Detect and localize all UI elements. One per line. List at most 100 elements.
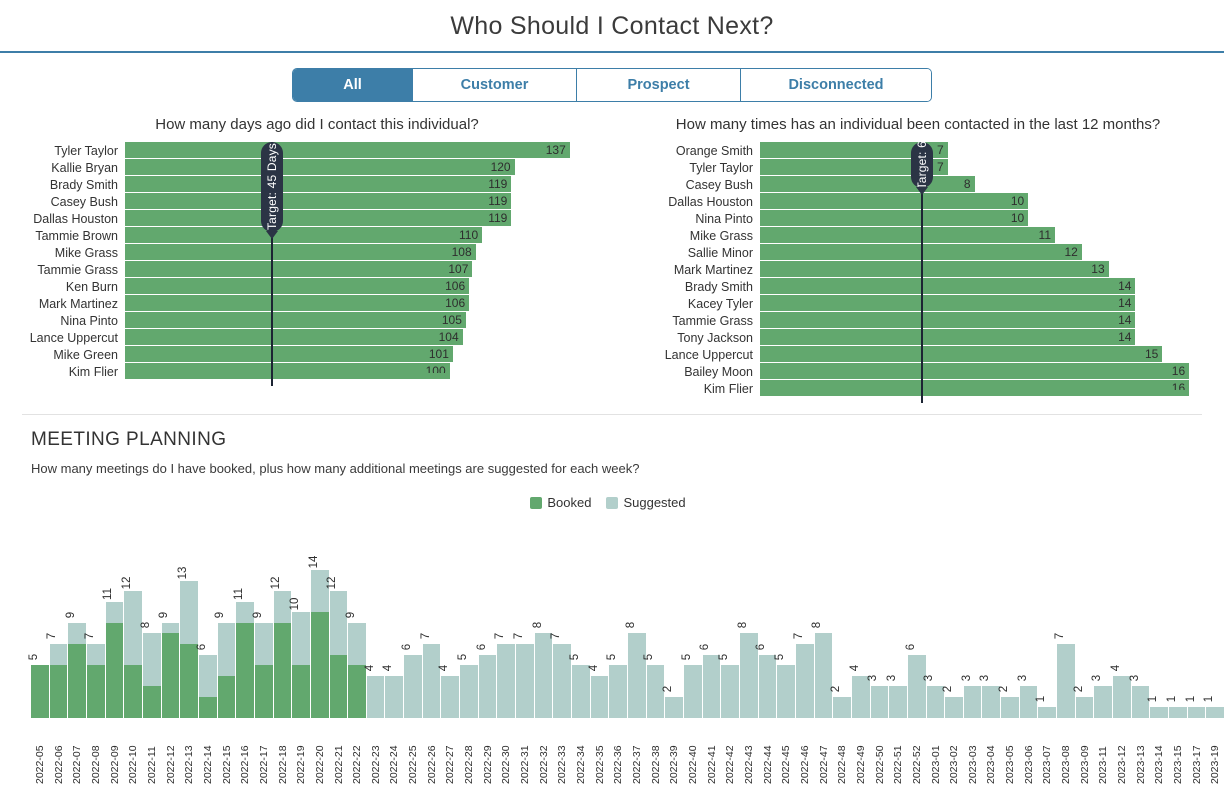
bar-row[interactable]: Lance Uppercut 104 bbox=[0, 329, 612, 346]
bar-row[interactable]: Tyler Taylor 137 bbox=[0, 142, 612, 159]
column-total-label: 7 bbox=[550, 632, 563, 640]
x-axis-tick-label: 2022-16 bbox=[239, 745, 252, 784]
column-bar[interactable]: 7 bbox=[513, 518, 534, 718]
column-bar[interactable]: 7 bbox=[494, 518, 516, 718]
bar-row[interactable]: Brady Smith 14 bbox=[612, 278, 1224, 295]
column-bar[interactable]: 3 bbox=[961, 518, 982, 718]
column-bar[interactable]: 2 bbox=[830, 518, 851, 718]
bar-row[interactable]: Sallie Minor 12 bbox=[612, 244, 1224, 261]
bar-row[interactable]: Tammie Grass 14 bbox=[612, 312, 1224, 329]
column-bar[interactable]: 9 bbox=[345, 518, 366, 718]
column-bar[interactable]: 7 bbox=[793, 518, 814, 718]
column-bar[interactable]: 4 bbox=[438, 518, 460, 718]
contact-count-chart[interactable]: Orange Smith 7 Tyler Taylor 7 Casey Bush 8 Dal… bbox=[612, 141, 1224, 403]
column-bar[interactable]: 5 bbox=[606, 518, 627, 718]
column-bar[interactable]: 6 bbox=[476, 518, 497, 718]
bar-row[interactable]: Mark Martinez 13 bbox=[612, 261, 1224, 278]
column-bar[interactable]: 9 bbox=[252, 518, 273, 718]
column-bar[interactable]: 5 bbox=[28, 518, 49, 718]
column-bar[interactable]: 1 bbox=[1203, 518, 1224, 718]
column-bar[interactable]: 3 bbox=[1091, 518, 1113, 718]
bar-row[interactable]: Dallas Houston 119 bbox=[0, 210, 612, 227]
column-bar[interactable]: 13 bbox=[177, 518, 198, 718]
column-bar[interactable]: 8 bbox=[532, 518, 553, 718]
bar-row[interactable]: Mark Martinez 106 bbox=[0, 295, 612, 312]
column-bar[interactable]: 1 bbox=[1147, 518, 1169, 718]
column-stack: 1 bbox=[1147, 696, 1169, 718]
column-bar[interactable]: 4 bbox=[849, 518, 870, 718]
bar-row[interactable]: Casey Bush 119 bbox=[0, 193, 612, 210]
column-bar[interactable]: 7 bbox=[84, 518, 105, 718]
column-bar[interactable]: 1 bbox=[1166, 518, 1187, 718]
bar-row[interactable]: Nina Pinto 10 bbox=[612, 210, 1224, 227]
column-bar[interactable]: 4 bbox=[382, 518, 404, 718]
column-segment-suggested bbox=[870, 686, 889, 718]
tab-disconnected[interactable]: Disconnected bbox=[741, 69, 931, 101]
bar-row[interactable]: Tammie Brown 110 bbox=[0, 227, 612, 244]
bar-row[interactable]: Kallie Bryan 120 bbox=[0, 159, 612, 176]
column-bar[interactable]: 1 bbox=[1035, 518, 1057, 718]
bar-row[interactable]: Tammie Grass 107 bbox=[0, 261, 612, 278]
column-bar[interactable]: 6 bbox=[755, 518, 777, 718]
bar-row[interactable]: Kacey Tyler 14 bbox=[612, 295, 1224, 312]
tab-customer[interactable]: Customer bbox=[413, 69, 577, 101]
legend-item-suggested[interactable]: Suggested bbox=[606, 495, 686, 510]
column-bar[interactable]: 8 bbox=[737, 518, 758, 718]
meeting-planning-chart[interactable]: 5 7 9 7 11 12 8 9 13 6 9 11 9 12 10 14 12 9 4 4 6 7 4 5 6 7 7 8 7 5 4 5… bbox=[28, 518, 1224, 718]
column-bar[interactable]: 7 bbox=[420, 518, 441, 718]
tab-all[interactable]: All bbox=[293, 69, 413, 101]
column-bar[interactable]: 3 bbox=[886, 518, 907, 718]
column-bar[interactable]: 5 bbox=[457, 518, 478, 718]
tab-prospect[interactable]: Prospect bbox=[577, 69, 741, 101]
bar-row[interactable]: Bailey Moon 16 bbox=[612, 363, 1224, 380]
column-bar[interactable]: 7 bbox=[550, 518, 572, 718]
column-bar[interactable]: 2 bbox=[662, 518, 683, 718]
column-bar[interactable]: 9 bbox=[158, 518, 180, 718]
column-bar[interactable]: 6 bbox=[401, 518, 422, 718]
column-bar[interactable]: 2 bbox=[942, 518, 963, 718]
bar-value-label: 107 bbox=[448, 262, 469, 276]
column-bar[interactable]: 12 bbox=[121, 518, 142, 718]
column-bar[interactable]: 5 bbox=[774, 518, 795, 718]
column-bar[interactable]: 4 bbox=[1110, 518, 1131, 718]
column-bar[interactable]: 1 bbox=[1185, 518, 1206, 718]
column-bar[interactable]: 2 bbox=[1073, 518, 1094, 718]
bar-row[interactable]: Ken Burn 106 bbox=[0, 278, 612, 295]
bar-category-label: Sallie Minor bbox=[687, 245, 753, 260]
column-bar[interactable]: 2 bbox=[998, 518, 1019, 718]
column-bar[interactable]: 10 bbox=[289, 518, 310, 718]
column-bar[interactable]: 14 bbox=[308, 518, 329, 718]
bar-row[interactable]: Brady Smith 119 bbox=[0, 176, 612, 193]
column-bar[interactable]: 5 bbox=[681, 518, 702, 718]
x-axis-tick-label: 2023-13 bbox=[1134, 745, 1147, 784]
bar-row[interactable]: Nina Pinto 105 bbox=[0, 312, 612, 329]
bar-category-label: Kim Flier bbox=[703, 381, 753, 396]
column-bar[interactable]: 5 bbox=[569, 518, 590, 718]
legend-item-booked[interactable]: Booked bbox=[530, 495, 591, 510]
bar-row[interactable]: Dallas Houston 10 bbox=[612, 193, 1224, 210]
column-bar[interactable]: 4 bbox=[588, 518, 609, 718]
bar-row[interactable]: Mike Grass 108 bbox=[0, 244, 612, 261]
column-bar[interactable]: 6 bbox=[699, 518, 721, 718]
bar-row[interactable]: Mike Grass 11 bbox=[612, 227, 1224, 244]
column-segment-suggested bbox=[721, 665, 739, 718]
bar-row[interactable]: Tony Jackson 14 bbox=[612, 329, 1224, 346]
column-bar[interactable]: 5 bbox=[718, 518, 739, 718]
bar-row[interactable]: Mike Green 101 bbox=[0, 346, 612, 363]
target-marker[interactable]: Target: 6 bbox=[910, 141, 933, 403]
column-bar[interactable]: 9 bbox=[214, 518, 236, 718]
column-bar[interactable]: 11 bbox=[102, 518, 124, 718]
column-bar[interactable]: 3 bbox=[1129, 518, 1150, 718]
column-bar[interactable]: 4 bbox=[364, 518, 385, 718]
column-bar[interactable]: 6 bbox=[905, 518, 926, 718]
target-marker[interactable]: Target: 45 Days bbox=[261, 142, 284, 386]
column-bar[interactable]: 3 bbox=[867, 518, 889, 718]
column-bar[interactable]: 9 bbox=[65, 518, 86, 718]
column-bar[interactable]: 3 bbox=[1017, 518, 1038, 718]
bar-row[interactable]: Lance Uppercut 15 bbox=[612, 346, 1224, 363]
column-bar[interactable]: 8 bbox=[625, 518, 646, 718]
column-bar[interactable]: 12 bbox=[270, 518, 292, 718]
column-segment-suggested bbox=[478, 654, 497, 718]
x-axis-tick-label: 2023-03 bbox=[966, 745, 979, 784]
days-since-contact-chart[interactable]: Tyler Taylor 137 Kallie Bryan 120 Brady Smit… bbox=[0, 142, 612, 386]
